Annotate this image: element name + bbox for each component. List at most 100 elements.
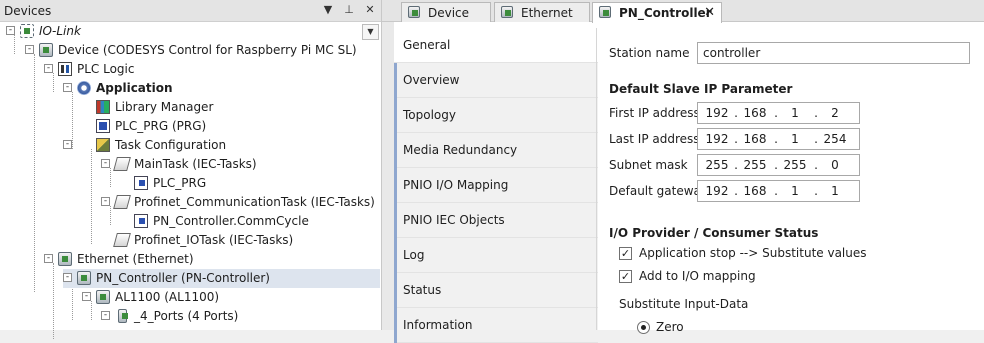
ip-octet[interactable]: 1 <box>780 132 810 146</box>
side-tab-overview[interactable]: Overview <box>394 63 598 98</box>
program-call-icon <box>134 214 148 228</box>
collapse-icon[interactable]: - <box>44 64 53 73</box>
tab-ethernet[interactable]: Ethernet <box>494 2 590 22</box>
tree-node-4-ports[interactable]: - _4_Ports (4 Ports) <box>101 307 371 326</box>
tree-scope-dropdown-icon[interactable]: ▼ <box>362 24 379 40</box>
ip-dot: . <box>734 184 738 198</box>
ip-dot: . <box>814 106 818 120</box>
config-side-tabs: General Overview Topology Media Redundan… <box>394 28 598 343</box>
ip-octet[interactable]: 192 <box>702 132 732 146</box>
ip-octet[interactable]: 0 <box>820 158 850 172</box>
tree-node-main-task[interactable]: - MainTask (IEC-Tasks) <box>101 155 371 174</box>
ip-octet[interactable]: 168 <box>740 132 770 146</box>
tree-node-label: Device (CODESYS Control for Raspberry Pi… <box>58 43 357 57</box>
tab-device[interactable]: Device <box>401 2 491 22</box>
subnet-mask-field[interactable]: 255 . 255 . 255 . 0 <box>697 154 860 176</box>
tree-node-device[interactable]: - Device (CODESYS Control for Raspberry … <box>25 41 375 60</box>
station-name-label: Station name <box>609 46 690 60</box>
module-icon <box>118 309 128 323</box>
tree-node-label: PLC_PRG (PRG) <box>115 119 207 133</box>
ip-dot: . <box>734 158 738 172</box>
side-tab-pnio-iec-objects[interactable]: PNIO IEC Objects <box>394 203 598 238</box>
tree-node-label: PN_Controller.CommCycle <box>153 214 309 228</box>
ip-octet[interactable]: 1 <box>780 106 810 120</box>
collapse-icon[interactable]: - <box>63 83 72 92</box>
ip-octet[interactable]: 168 <box>740 106 770 120</box>
pane-menu-dropdown-icon[interactable]: ▼ <box>322 3 334 17</box>
gear-icon <box>77 81 91 95</box>
devices-pane-title: Devices <box>4 4 52 18</box>
collapse-icon[interactable]: - <box>101 197 110 206</box>
editor-gutter <box>382 22 394 330</box>
ip-octet[interactable]: 168 <box>740 184 770 198</box>
add-to-io-mapping-checkbox[interactable]: ✓ <box>619 270 632 283</box>
tree-node-profinet-io-task[interactable]: Profinet_IOTask (IEC-Tasks) <box>101 231 371 250</box>
collapse-icon[interactable]: - <box>63 140 72 149</box>
side-tab-media-redundancy[interactable]: Media Redundancy <box>394 133 598 168</box>
side-tab-label: Media Redundancy <box>403 143 518 157</box>
application-stop-checkbox[interactable]: ✓ <box>619 247 632 260</box>
side-tab-label: PNIO IEC Objects <box>403 213 505 227</box>
side-tab-topology[interactable]: Topology <box>394 98 598 133</box>
tree-node-ethernet[interactable]: - Ethernet (Ethernet) <box>44 250 374 269</box>
collapse-icon[interactable]: - <box>63 273 72 282</box>
ip-dot: . <box>734 106 738 120</box>
default-gateway-field[interactable]: 192 . 168 . 1 . 1 <box>697 180 860 202</box>
ip-octet[interactable]: 192 <box>702 106 732 120</box>
tree-node-library-manager[interactable]: Library Manager <box>82 98 372 117</box>
side-tab-pnio-io-mapping[interactable]: PNIO I/O Mapping <box>394 168 598 203</box>
station-name-input[interactable]: controller <box>697 42 970 64</box>
last-ip-label: Last IP address <box>609 132 700 146</box>
ip-octet[interactable]: 255 <box>780 158 810 172</box>
tree-node-plc-prg-call[interactable]: PLC_PRG <box>120 174 370 193</box>
side-tab-label: Log <box>403 248 425 262</box>
tree-node-pn-controller-commcycle[interactable]: PN_Controller.CommCycle <box>120 212 370 231</box>
tree-node-pn-controller[interactable]: - PN_Controller (PN-Controller) <box>63 269 380 288</box>
tree-node-label: Profinet_CommunicationTask (IEC-Tasks) <box>134 195 375 209</box>
program-icon <box>96 119 110 133</box>
tree-node-profinet-communication-task[interactable]: - Profinet_CommunicationTask (IEC-Tasks) <box>101 193 375 212</box>
ip-octet[interactable]: 2 <box>820 106 850 120</box>
collapse-icon[interactable]: - <box>44 254 53 263</box>
ip-dot: . <box>774 132 778 146</box>
tree-node-application[interactable]: - Application <box>63 79 373 98</box>
task-icon <box>113 195 131 209</box>
ip-dot: . <box>774 106 778 120</box>
close-icon[interactable]: ✕ <box>364 3 376 17</box>
tree-node-label: AL1100 (AL1100) <box>115 290 220 304</box>
ip-octet[interactable]: 255 <box>702 158 732 172</box>
first-ip-field[interactable]: 192 . 168 . 1 . 2 <box>697 102 860 124</box>
ip-octet[interactable]: 1 <box>780 184 810 198</box>
pn-controller-icon <box>77 271 91 285</box>
tree-node-label: PLC Logic <box>77 62 135 76</box>
tree-node-label: _4_Ports (4 Ports) <box>134 309 239 323</box>
ip-octet[interactable]: 192 <box>702 184 732 198</box>
tree-node-project[interactable]: - IO-Link <box>6 22 376 41</box>
last-ip-field[interactable]: 192 . 168 . 1 . 254 <box>697 128 860 150</box>
side-tab-general[interactable]: General <box>394 28 598 63</box>
tree-node-plc-prg[interactable]: PLC_PRG (PRG) <box>82 117 372 136</box>
tree-node-al1100[interactable]: - AL1100 (AL1100) <box>82 288 372 307</box>
ip-octet[interactable]: 255 <box>740 158 770 172</box>
side-tab-information[interactable]: Information <box>394 308 598 343</box>
pin-icon[interactable]: ⊥ <box>343 3 355 17</box>
side-tab-label: General <box>403 38 451 52</box>
tab-pn-controller[interactable]: PN_Controller ✕ <box>592 2 722 23</box>
tree-node-task-configuration[interactable]: - Task Configuration <box>63 136 372 155</box>
collapse-icon[interactable]: - <box>101 159 110 168</box>
default-slave-ip-title: Default Slave IP Parameter <box>609 82 793 96</box>
collapse-icon[interactable]: - <box>82 292 91 301</box>
collapse-icon[interactable]: - <box>101 311 110 320</box>
side-tab-log[interactable]: Log <box>394 238 598 273</box>
ip-octet[interactable]: 1 <box>820 184 850 198</box>
first-ip-label: First IP address <box>609 106 700 120</box>
tree-node-label: Task Configuration <box>115 138 227 152</box>
close-tab-icon[interactable]: ✕ <box>704 5 715 20</box>
zero-radio[interactable] <box>637 321 650 334</box>
editor-area: Device Ethernet PN_Controller ✕ General … <box>382 0 984 343</box>
collapse-icon[interactable]: - <box>25 45 34 54</box>
collapse-icon[interactable]: - <box>6 26 15 35</box>
ip-octet[interactable]: 254 <box>820 132 850 146</box>
tree-node-plc-logic[interactable]: - PLC Logic <box>44 60 374 79</box>
side-tab-status[interactable]: Status <box>394 273 598 308</box>
